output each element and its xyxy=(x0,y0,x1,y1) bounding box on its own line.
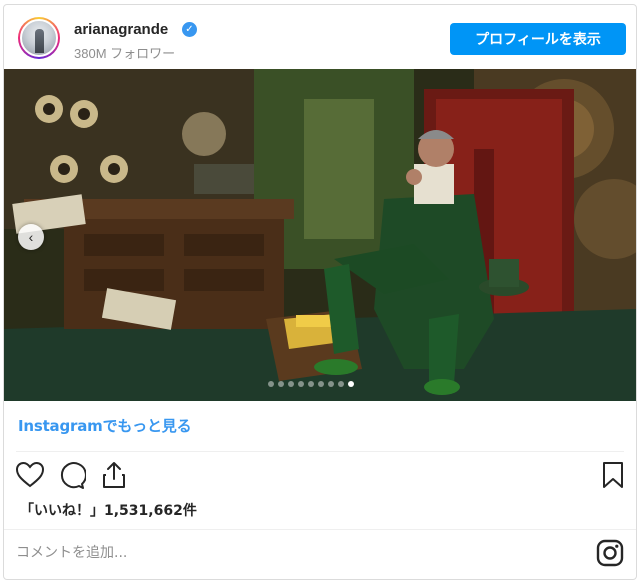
avatar-ring[interactable] xyxy=(18,17,60,59)
verified-badge-icon: ✓ xyxy=(182,22,197,37)
post-header: arianagrande ✓ 380M フォロワー プロフィールを表示 xyxy=(4,5,636,69)
carousel-prev-button[interactable]: ‹ xyxy=(18,224,44,250)
heart-icon xyxy=(15,461,45,488)
like-count: 「いいね！」1,531,662件 xyxy=(20,503,197,519)
bookmark-icon xyxy=(603,462,623,488)
save-button[interactable] xyxy=(598,460,628,490)
carousel-indicator xyxy=(268,381,354,389)
divider xyxy=(4,529,636,530)
view-more-on-instagram-link[interactable]: Instagramでもっと見る xyxy=(18,415,192,436)
carousel-dot xyxy=(308,381,314,387)
carousel-dot xyxy=(288,381,294,387)
instagram-embed: arianagrande ✓ 380M フォロワー プロフィールを表示 ‹ In… xyxy=(3,4,637,580)
carousel-dot xyxy=(318,381,324,387)
carousel-dot xyxy=(348,381,354,387)
share-button[interactable] xyxy=(99,460,129,490)
add-comment-input[interactable] xyxy=(16,539,576,567)
carousel-dot xyxy=(278,381,284,387)
post-photo[interactable]: ‹ xyxy=(4,69,636,401)
carousel-dot xyxy=(328,381,334,387)
carousel-dot xyxy=(298,381,304,387)
instagram-icon xyxy=(596,539,624,567)
follower-count: 380M フォロワー xyxy=(74,46,176,61)
avatar[interactable] xyxy=(20,19,58,57)
username[interactable]: arianagrande xyxy=(74,21,168,38)
comment-button[interactable] xyxy=(56,460,87,490)
view-profile-button[interactable]: プロフィールを表示 xyxy=(450,23,626,55)
carousel-dot xyxy=(338,381,344,387)
like-button[interactable] xyxy=(15,460,45,490)
instagram-logo-link[interactable] xyxy=(596,539,624,567)
photo-illustration xyxy=(4,69,636,401)
divider xyxy=(16,451,624,452)
share-icon xyxy=(103,462,125,488)
comment-icon xyxy=(60,462,87,489)
carousel-dot xyxy=(268,381,274,387)
